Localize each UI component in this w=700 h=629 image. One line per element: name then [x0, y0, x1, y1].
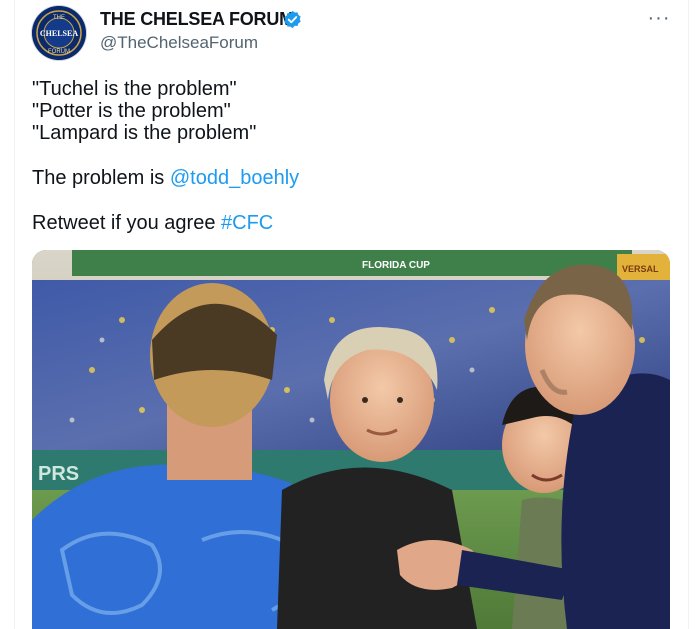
- tweet-card[interactable]: THE CHELSEA FORUM THE CHELSEA FORUM @The…: [0, 0, 700, 629]
- stadium-photo: FLORIDA CUP VERSAL PRS ins: [32, 250, 670, 629]
- tweet-text-line: "Lampard is the problem": [32, 122, 257, 144]
- svg-text:CHELSEA: CHELSEA: [40, 29, 78, 38]
- tweet-text: The problem is: [32, 167, 170, 189]
- avatar[interactable]: THE CHELSEA FORUM: [32, 6, 86, 60]
- tweet-text-line: "Tuchel is the problem": [32, 78, 237, 100]
- account-handle[interactable]: @TheChelseaForum: [100, 33, 258, 53]
- chelsea-forum-logo: THE CHELSEA FORUM: [32, 6, 86, 60]
- tweet-photo[interactable]: FLORIDA CUP VERSAL PRS ins: [32, 250, 670, 629]
- hashtag-link[interactable]: #CFC: [221, 212, 273, 234]
- verified-badge-icon: [284, 10, 301, 29]
- svg-text:PRS: PRS: [38, 463, 79, 485]
- svg-text:FLORIDA CUP: FLORIDA CUP: [362, 260, 430, 271]
- card-border: [14, 0, 15, 629]
- card-border: [688, 0, 689, 629]
- more-options-button[interactable]: ···: [644, 8, 674, 32]
- tweet-text-line: "Potter is the problem": [32, 100, 231, 122]
- display-name[interactable]: THE CHELSEA FORUM: [100, 9, 294, 30]
- tweet-text-line: The problem is @todd_boehly: [32, 167, 299, 190]
- tweet-text-line: Retweet if you agree #CFC: [32, 212, 273, 235]
- mention-link[interactable]: @todd_boehly: [170, 167, 299, 189]
- svg-text:FORUM: FORUM: [48, 49, 70, 55]
- stadium-banner: [72, 250, 632, 276]
- svg-text:VERSAL: VERSAL: [622, 264, 659, 274]
- tweet-text: Retweet if you agree: [32, 212, 221, 234]
- svg-text:THE: THE: [53, 15, 65, 21]
